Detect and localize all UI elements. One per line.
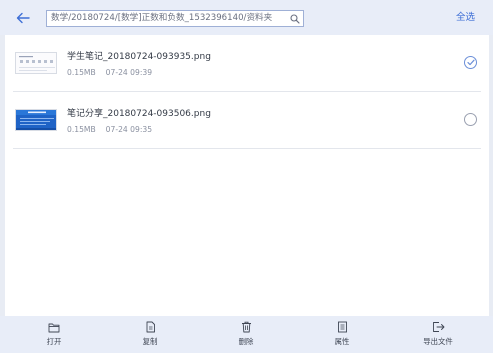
checkbox-checked[interactable] <box>464 56 477 69</box>
copy-label: 复制 <box>142 337 158 346</box>
list-item[interactable]: 学生笔记_20180724-093935.png 0.15MB 07-24 09:… <box>5 35 489 92</box>
export-file-label: 导出文件 <box>423 337 453 346</box>
checkmark-icon <box>466 59 475 66</box>
properties-icon <box>335 320 349 334</box>
select-all-button[interactable]: 全选 <box>456 11 475 25</box>
copy-button[interactable]: 复制 <box>125 320 175 350</box>
properties-label: 属性 <box>334 337 350 346</box>
properties-button[interactable]: 属性 <box>317 320 367 350</box>
trash-icon <box>239 320 253 334</box>
file-thumbnail <box>15 52 57 74</box>
search-icon[interactable] <box>287 11 303 26</box>
path-search-box[interactable]: 数学/20180724/[数学]正数和负数_1532396140/资料夹 <box>46 10 304 27</box>
top-bar: 数学/20180724/[数学]正数和负数_1532396140/资料夹 全选 <box>0 0 493 35</box>
delete-label: 删除 <box>238 337 254 346</box>
divider <box>13 148 481 149</box>
back-button[interactable] <box>12 9 34 27</box>
file-time: 07-24 09:39 <box>105 68 153 77</box>
list-item[interactable]: 笔记分享_20180724-093506.png 0.15MB 07-24 09:… <box>5 92 489 149</box>
export-icon <box>431 320 445 334</box>
file-size: 0.15MB <box>67 125 96 134</box>
file-name: 笔记分享_20180724-093506.png <box>67 109 211 119</box>
path-input[interactable]: 数学/20180724/[数学]正数和负数_1532396140/资料夹 <box>47 11 287 26</box>
file-time: 07-24 09:35 <box>105 125 153 134</box>
file-list: 学生笔记_20180724-093935.png 0.15MB 07-24 09:… <box>5 35 489 316</box>
checkbox-unchecked[interactable] <box>464 113 477 126</box>
file-size: 0.15MB <box>67 68 96 77</box>
file-meta: 0.15MB 07-24 09:35 <box>67 125 152 135</box>
bottom-toolbar: 打开 复制 删除 属性 导出文件 <box>0 316 493 353</box>
arrow-left-icon <box>16 12 30 24</box>
open-label: 打开 <box>46 337 62 346</box>
delete-button[interactable]: 删除 <box>221 320 271 350</box>
file-thumbnail <box>15 109 57 131</box>
file-name: 学生笔记_20180724-093935.png <box>67 52 211 62</box>
file-browser-window: 数学/20180724/[数学]正数和负数_1532396140/资料夹 全选 <box>0 0 493 353</box>
copy-icon <box>143 320 157 334</box>
folder-open-icon <box>47 320 61 334</box>
file-meta: 0.15MB 07-24 09:39 <box>67 68 152 78</box>
open-button[interactable]: 打开 <box>29 320 79 350</box>
export-file-button[interactable]: 导出文件 <box>413 320 463 350</box>
